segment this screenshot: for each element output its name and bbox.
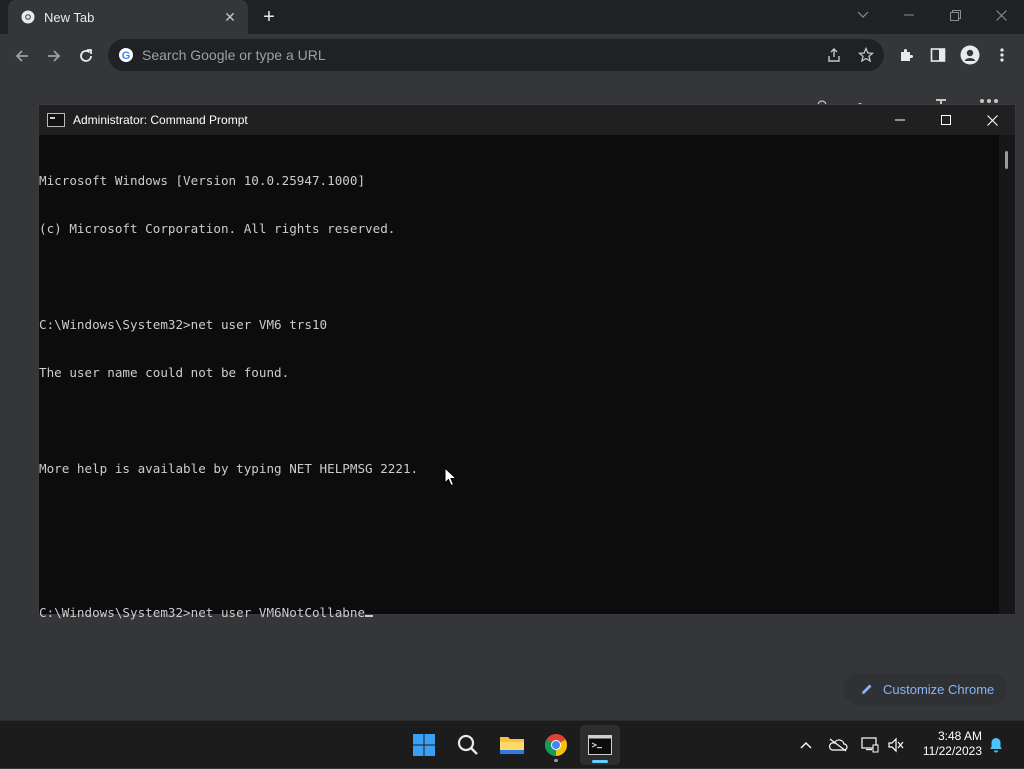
tab-title: New Tab	[44, 9, 95, 25]
network-icon[interactable]	[858, 721, 882, 769]
tab-strip: New Tab ✕ +	[0, 0, 1024, 34]
share-icon[interactable]	[820, 41, 848, 69]
omnibox-placeholder: Search Google or type a URL	[142, 47, 326, 63]
pencil-icon	[859, 681, 875, 697]
show-hidden-icons-icon[interactable]	[796, 721, 816, 769]
minimize-button[interactable]	[886, 0, 932, 30]
customize-chrome-button[interactable]: Customize Chrome	[843, 673, 1007, 705]
cmd-app-icon	[47, 113, 65, 127]
terminal-icon[interactable]	[580, 725, 620, 765]
svg-text:G: G	[122, 50, 131, 62]
cmd-scrollbar[interactable]	[999, 135, 1015, 614]
google-icon: G	[118, 47, 134, 63]
mouse-pointer-icon	[444, 466, 458, 487]
clock-time: 3:48 AM	[937, 729, 982, 743]
console-line: (c) Microsoft Corporation. All rights re…	[39, 221, 396, 236]
tab-close-icon[interactable]: ✕	[220, 7, 240, 27]
close-window-button[interactable]	[978, 0, 1024, 30]
console-input-text: C:\Windows\System32>net user VM6NotColla…	[39, 605, 366, 620]
bookmark-star-icon[interactable]	[852, 41, 880, 69]
system-clock[interactable]: 3:48 AM 11/22/2023	[912, 729, 982, 759]
restore-button[interactable]	[932, 0, 978, 30]
volume-muted-icon[interactable]	[884, 721, 908, 769]
back-icon[interactable]	[8, 42, 36, 70]
chrome-icon[interactable]	[536, 725, 576, 765]
console-line: More help is available by typing NET HEL…	[39, 461, 419, 476]
text-cursor	[365, 615, 374, 617]
cmd-maximize-button[interactable]	[923, 105, 969, 135]
cmd-close-button[interactable]	[969, 105, 1015, 135]
reload-icon[interactable]	[72, 42, 100, 70]
console-line: The user name could not be found.	[39, 365, 290, 380]
cmd-titlebar[interactable]: Administrator: Command Prompt	[39, 105, 1015, 135]
window-controls	[840, 0, 1024, 30]
cmd-window-title: Administrator: Command Prompt	[73, 113, 248, 127]
file-explorer-icon[interactable]	[492, 725, 532, 765]
profile-icon[interactable]	[956, 41, 984, 69]
forward-icon[interactable]	[40, 42, 68, 70]
extensions-icon[interactable]	[892, 41, 920, 69]
search-icon[interactable]	[448, 725, 488, 765]
omnibox[interactable]: G Search Google or type a URL	[108, 39, 884, 71]
onedrive-icon[interactable]	[826, 721, 850, 769]
active-indicator	[592, 760, 608, 763]
start-icon[interactable]	[404, 725, 444, 765]
side-panel-icon[interactable]	[924, 41, 952, 69]
tab-new-tab[interactable]: New Tab ✕	[8, 0, 248, 34]
tab-search-icon[interactable]	[840, 0, 886, 30]
console-line: C:\Windows\System32>net user VM6 trs10	[39, 317, 328, 332]
cmd-scroll-thumb[interactable]	[1005, 151, 1008, 169]
command-prompt-window[interactable]: Administrator: Command Prompt Microsoft …	[38, 104, 1016, 620]
chrome-favicon-icon	[20, 9, 36, 25]
console-input-line[interactable]: C:\Windows\System32>net user VM6NotColla…	[39, 605, 999, 621]
console-output[interactable]: Microsoft Windows [Version 10.0.25947.10…	[39, 135, 999, 620]
notifications-bell-icon[interactable]	[986, 721, 1006, 769]
chrome-menu-icon[interactable]	[988, 41, 1016, 69]
cmd-minimize-button[interactable]	[877, 105, 923, 135]
console-line: Microsoft Windows [Version 10.0.25947.10…	[39, 173, 366, 188]
clock-date: 11/22/2023	[922, 744, 982, 758]
customize-chrome-label: Customize Chrome	[883, 681, 995, 697]
taskbar: 3:48 AM 11/22/2023	[0, 720, 1024, 768]
running-indicator	[554, 759, 558, 762]
new-tab-button[interactable]: +	[258, 6, 280, 28]
browser-toolbar: G Search Google or type a URL	[0, 34, 1024, 76]
